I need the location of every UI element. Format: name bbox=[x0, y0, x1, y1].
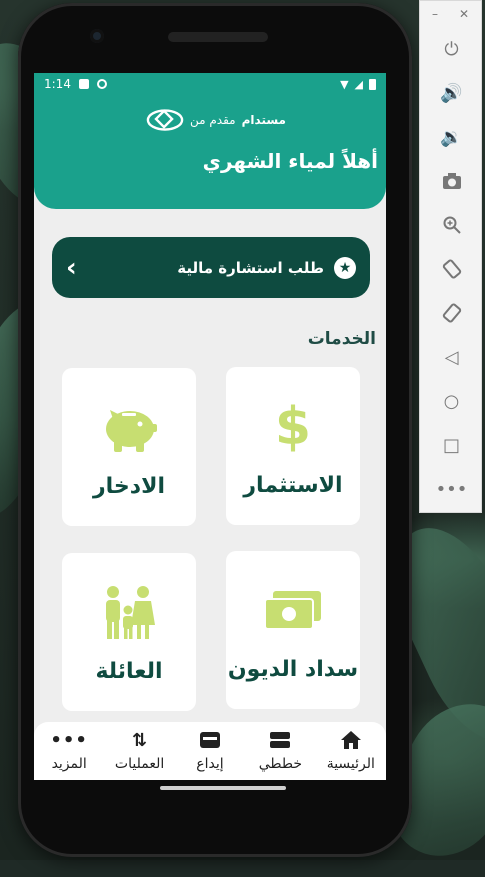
gesture-bar[interactable] bbox=[160, 786, 286, 790]
back-button[interactable]: ◁ bbox=[420, 335, 483, 379]
sim-icon bbox=[78, 79, 89, 89]
star-icon: ★ bbox=[334, 256, 356, 279]
service-label: سداد الديون bbox=[227, 657, 359, 682]
close-icon[interactable]: ✕ bbox=[459, 7, 469, 21]
status-bar: 1:14 ▼ ◢ bbox=[34, 73, 386, 95]
service-label: العائلة bbox=[95, 659, 163, 684]
home-icon bbox=[340, 730, 362, 750]
rotate-left-button[interactable] bbox=[420, 247, 483, 291]
zoom-button[interactable] bbox=[420, 203, 483, 247]
dollar-icon: $ bbox=[274, 397, 312, 457]
signal-icon: ◢ bbox=[354, 77, 363, 91]
nav-label: إيداع bbox=[196, 756, 224, 772]
greeting-title: أهلاً لمياء الشهري bbox=[202, 149, 378, 173]
nav-deposit[interactable]: إيداع bbox=[175, 722, 245, 780]
chevron-left-icon: ‹ bbox=[66, 252, 77, 283]
minimize-icon[interactable]: – bbox=[432, 7, 438, 21]
app-header: مستدام مقدم من أهلاً لمياء الشهري bbox=[34, 95, 386, 209]
service-card-savings[interactable]: الادخار bbox=[62, 368, 196, 526]
phone-frame: 1:14 ▼ ◢ مستدام مقدم من أهلاً لمياء الشه… bbox=[18, 3, 412, 857]
volume-down-icon: 🔉 bbox=[440, 126, 463, 148]
nav-home[interactable]: الرئيسية bbox=[316, 722, 386, 780]
nav-label: العمليات bbox=[114, 756, 165, 772]
battery-icon bbox=[369, 78, 376, 90]
overview-button[interactable]: □ bbox=[420, 423, 483, 467]
status-time: 1:14 bbox=[44, 77, 71, 91]
volume-up-icon: 🔊 bbox=[440, 82, 463, 104]
more-icon: ••• bbox=[50, 729, 88, 751]
app-screen: 1:14 ▼ ◢ مستدام مقدم من أهلاً لمياء الشه… bbox=[34, 73, 386, 780]
cash-icon bbox=[263, 583, 323, 639]
overview-icon: □ bbox=[442, 434, 460, 456]
volume-up-button[interactable]: 🔊 bbox=[420, 71, 483, 115]
brand-name: مستدام bbox=[241, 113, 286, 127]
emulator-toolbar: – ✕ ⏻ 🔊 🔉 ◁ ○ □ ••• bbox=[419, 0, 482, 513]
rotate-right-icon bbox=[442, 303, 461, 323]
family-icon bbox=[99, 585, 159, 641]
power-icon: ⏻ bbox=[444, 38, 459, 60]
nav-label: خططي bbox=[258, 756, 303, 772]
piggy-bank-icon bbox=[100, 400, 158, 456]
service-card-investment[interactable]: $ الاستثمار bbox=[226, 367, 360, 525]
transfer-icon: ⇅ bbox=[132, 729, 148, 751]
nav-more[interactable]: ••• المزيد bbox=[34, 722, 104, 780]
power-button[interactable]: ⏻ bbox=[420, 27, 483, 71]
bottom-navigation: الرئيسية خططي إيداع ⇅ العمليات ••• المزي… bbox=[34, 722, 386, 780]
rotate-left-icon bbox=[442, 259, 461, 279]
more-options-button[interactable]: ••• bbox=[420, 467, 483, 511]
nav-transactions[interactable]: ⇅ العمليات bbox=[104, 722, 174, 780]
service-label: الاستثمار bbox=[243, 473, 343, 498]
brand-suffix: مقدم من bbox=[190, 113, 236, 127]
financial-consultation-button[interactable]: ‹ ★ طلب استشارة مالية bbox=[52, 237, 370, 298]
zoom-in-icon bbox=[443, 216, 461, 234]
nav-label: الرئيسية bbox=[326, 756, 375, 772]
home-circle-icon: ○ bbox=[443, 390, 460, 412]
service-label: الادخار bbox=[93, 474, 165, 499]
nav-label: المزيد bbox=[51, 756, 87, 772]
wifi-icon: ▼ bbox=[340, 77, 349, 91]
back-icon: ◁ bbox=[444, 346, 459, 368]
brand-logo-icon bbox=[146, 109, 184, 131]
earpiece-speaker bbox=[168, 32, 268, 42]
front-camera bbox=[90, 29, 104, 43]
rotate-right-button[interactable] bbox=[420, 291, 483, 335]
wallet-icon bbox=[199, 730, 221, 750]
screenshot-button[interactable] bbox=[420, 159, 483, 203]
sync-icon bbox=[96, 79, 107, 89]
more-options-icon: ••• bbox=[435, 478, 468, 500]
service-card-family[interactable]: العائلة bbox=[62, 553, 196, 711]
service-card-debt-payment[interactable]: سداد الديون bbox=[226, 551, 360, 709]
camera-icon bbox=[442, 173, 461, 189]
home-button[interactable]: ○ bbox=[420, 379, 483, 423]
services-title: الخدمات bbox=[307, 329, 376, 349]
volume-down-button[interactable]: 🔉 bbox=[420, 115, 483, 159]
consultation-label: طلب استشارة مالية bbox=[177, 258, 324, 277]
plans-icon bbox=[269, 730, 291, 750]
nav-plans[interactable]: خططي bbox=[245, 722, 315, 780]
brand: مستدام مقدم من bbox=[146, 107, 286, 133]
